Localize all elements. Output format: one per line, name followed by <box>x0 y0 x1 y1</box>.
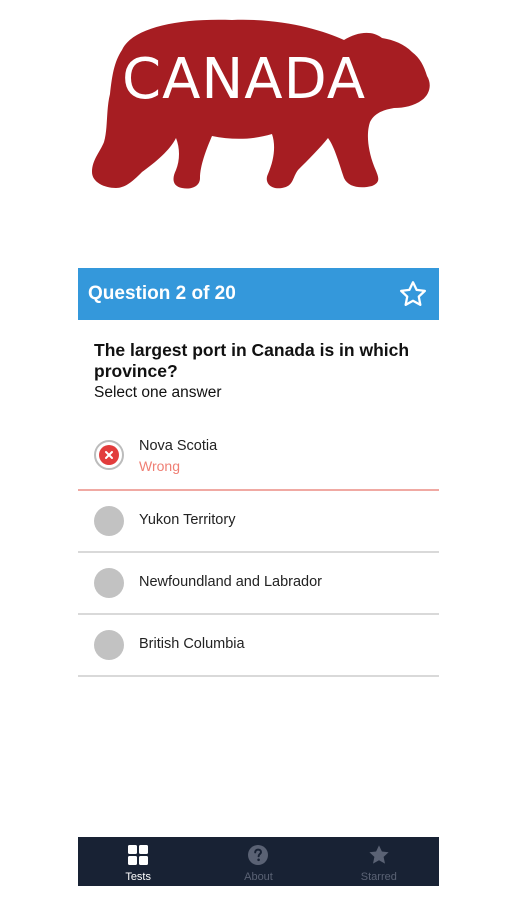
answer-option-newfoundland-and-labrador[interactable]: Newfoundland and Labrador <box>78 553 439 615</box>
answer-radio[interactable] <box>94 630 124 660</box>
answer-option-yukon-territory[interactable]: Yukon Territory <box>78 491 439 553</box>
answer-status-wrong: Wrong <box>139 458 180 474</box>
answer-option-british-columbia[interactable]: British Columbia <box>78 615 439 677</box>
answer-option-nova-scotia[interactable]: Nova Scotia Wrong <box>78 428 439 491</box>
answer-radio[interactable] <box>94 440 124 470</box>
question-hint: Select one answer <box>94 384 222 401</box>
bottom-navigation: Tests About Starred <box>78 837 439 886</box>
answer-label: Newfoundland and Labrador <box>139 574 322 590</box>
nav-label-about: About <box>244 871 273 883</box>
answer-label: British Columbia <box>139 636 245 652</box>
logo-text: CANADA <box>122 47 366 112</box>
star-outline-icon <box>400 281 426 306</box>
answer-label: Nova Scotia <box>139 438 218 454</box>
help-circle-icon <box>246 843 270 867</box>
canada-bear-logo: CANADA <box>82 10 432 195</box>
nav-label-starred: Starred <box>360 871 397 883</box>
wrong-answer-icon <box>99 445 119 465</box>
quiz-screen: CANADA Question 2 of 20 The largest port… <box>0 0 507 900</box>
question-header-bar: Question 2 of 20 <box>78 268 439 320</box>
bear-silhouette-icon: CANADA <box>92 19 430 189</box>
answer-radio[interactable] <box>94 568 124 598</box>
answer-label: Yukon Territory <box>139 512 236 528</box>
answer-radio[interactable] <box>94 506 124 536</box>
nav-label-tests: Tests <box>125 871 151 883</box>
nav-tab-tests[interactable]: Tests <box>78 837 198 886</box>
favorite-button[interactable] <box>397 278 429 310</box>
nav-tab-starred[interactable]: Starred <box>319 837 439 886</box>
question-text: The largest port in Canada is in which p… <box>94 340 410 381</box>
grid-icon <box>126 843 150 867</box>
nav-tab-about[interactable]: About <box>198 837 318 886</box>
question-counter: Question 2 of 20 <box>88 283 236 304</box>
star-icon <box>367 843 391 867</box>
answer-list: Nova Scotia Wrong Yukon Territory Newfou… <box>78 428 439 677</box>
